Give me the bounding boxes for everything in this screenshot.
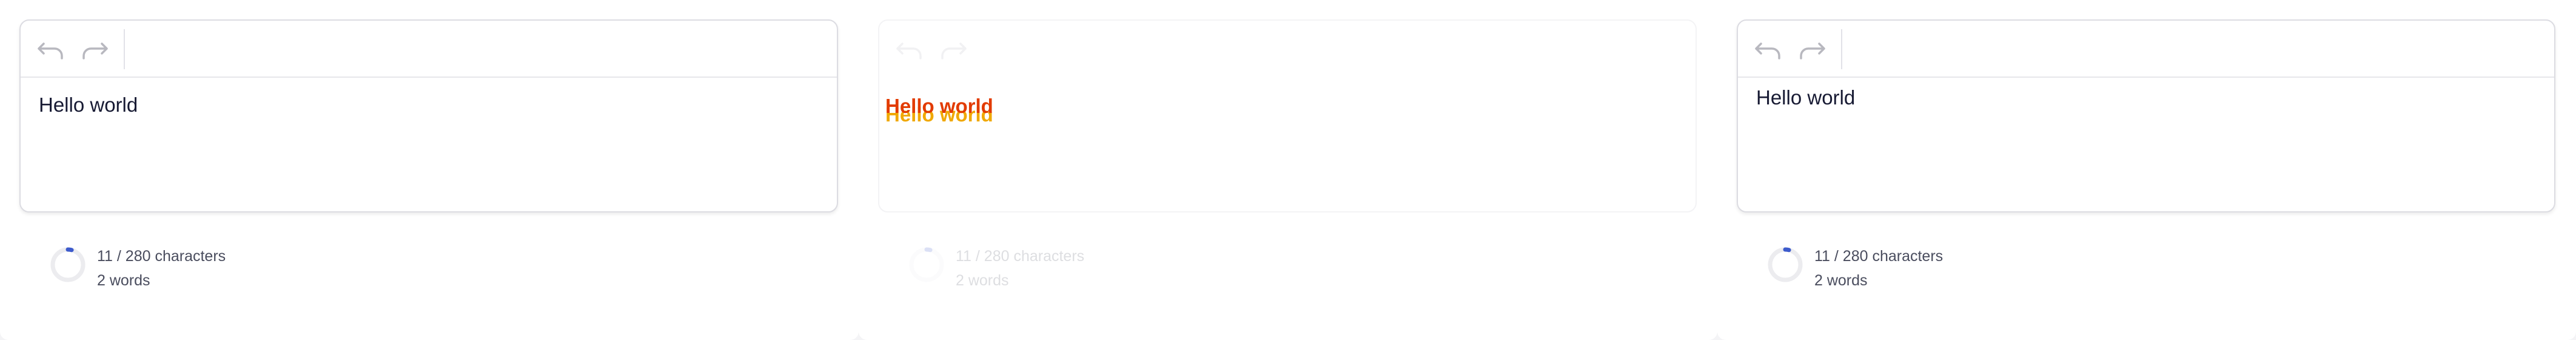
screenshot-strip: Hello world 11 / 280 characters 2 words [0,0,2576,340]
undo-button[interactable] [891,34,928,64]
editor-content[interactable]: Hello world Hello world [885,95,1007,131]
character-count-text: 11 / 280 characters [97,248,226,265]
undo-icon [33,34,69,64]
toolbar-divider [982,29,984,69]
character-stats: 11 / 280 characters 2 words [97,244,226,293]
redo-icon [935,34,971,64]
character-stats: 11 / 280 characters 2 words [956,244,1084,293]
word-count-text: 2 words [956,272,1009,289]
word-count-text: 2 words [97,272,150,289]
character-count-text: 11 / 280 characters [956,248,1085,265]
rich-text-editor: Hello world [19,19,838,212]
editor-toolbar [1738,21,2554,78]
character-limit-ring [50,246,86,283]
editor-panel-3: Hello world 11 / 280 characters 2 words [1717,0,2576,340]
character-limit-ring [908,246,945,283]
redo-button[interactable] [76,34,113,64]
redo-button[interactable] [1794,34,1830,64]
redo-icon [76,34,113,64]
rich-text-editor: Hello world Hello world [878,19,1697,212]
undo-button[interactable] [33,34,69,64]
editor-panel-2: Hello world Hello world 11 / 280 charact… [859,0,1717,340]
character-count-text: 11 / 280 characters [1814,248,1944,265]
undo-button[interactable] [1750,34,1786,64]
toolbar-divider [124,29,125,69]
editor-toolbar [879,21,1696,78]
ghost-text-red: Hello world [885,95,993,117]
toolbar-divider [1841,29,1842,69]
undo-icon [1750,34,1786,64]
character-stats: 11 / 280 characters 2 words [1814,244,1943,293]
rich-text-editor: Hello world [1737,19,2555,212]
editor-content[interactable]: Hello world [1756,86,1855,109]
editor-toolbar [21,21,837,78]
editor-content[interactable]: Hello world [39,93,138,117]
redo-button[interactable] [935,34,971,64]
character-limit-ring [1767,246,1803,283]
word-count-text: 2 words [1814,272,1868,289]
redo-icon [1794,34,1830,64]
editor-panel-1: Hello world 11 / 280 characters 2 words [0,0,859,340]
undo-icon [891,34,928,64]
